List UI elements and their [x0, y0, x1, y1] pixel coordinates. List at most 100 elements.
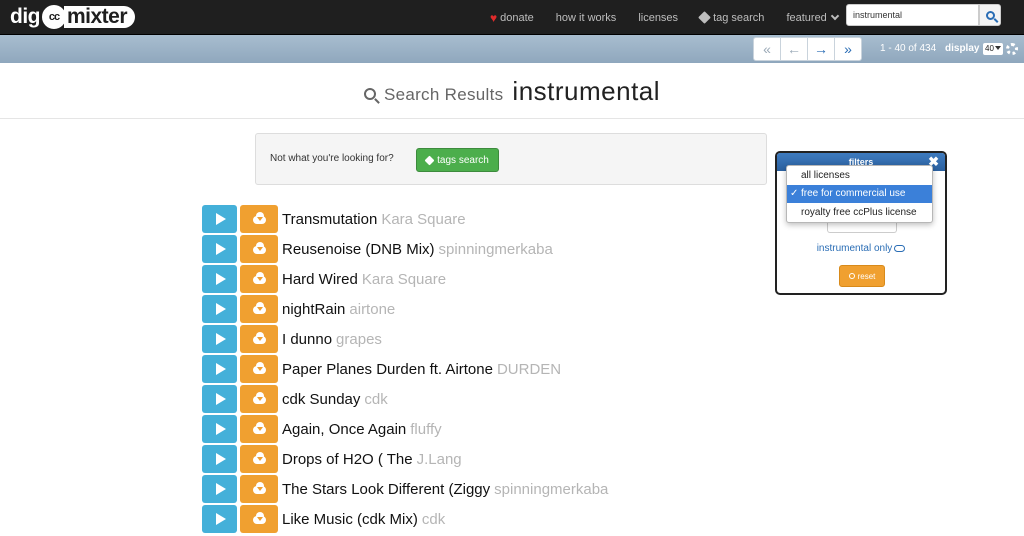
track-artist[interactable]: Kara Square	[381, 211, 465, 228]
page-title: Search Results instrumental	[0, 76, 1024, 107]
play-button[interactable]	[202, 475, 237, 503]
download-button[interactable]	[240, 505, 278, 533]
play-button[interactable]	[202, 415, 237, 443]
cloud-download-icon	[252, 422, 266, 434]
reset-button[interactable]: reset	[839, 265, 885, 287]
download-button[interactable]	[240, 415, 278, 443]
display-label: display	[945, 43, 980, 54]
track-title[interactable]: Reusenoise (DNB Mix)	[282, 241, 435, 258]
download-button[interactable]	[240, 355, 278, 383]
checkmark-icon: ✓	[790, 188, 799, 199]
track-artist[interactable]: J.Lang	[417, 451, 462, 468]
instrumental-only-label: instrumental only	[816, 243, 893, 254]
instrumental-only-toggle[interactable]: instrumental only	[777, 243, 945, 254]
play-button[interactable]	[202, 235, 237, 263]
license-option-commercial[interactable]: ✓ free for commercial use	[787, 185, 932, 203]
pager-controls: « ← → »	[753, 37, 862, 61]
track-title[interactable]: nightRain	[282, 301, 345, 318]
dig-ccmixter-logo[interactable]: dig cc mixter	[10, 4, 136, 30]
track-title[interactable]: I dunno	[282, 331, 332, 348]
download-button[interactable]	[240, 295, 278, 323]
not-found-panel: Not what you're looking for? tags search	[255, 133, 767, 185]
chevron-down-icon	[830, 11, 840, 20]
list-item: Reusenoise (DNB Mix) spinningmerkaba	[202, 235, 553, 263]
list-item: The Stars Look Different (Ziggy spinning…	[202, 475, 608, 503]
cloud-download-icon	[252, 272, 266, 284]
list-item: I dunno grapes	[202, 325, 382, 353]
reset-label: reset	[857, 271, 876, 281]
track-artist[interactable]: airtone	[349, 301, 395, 318]
play-icon	[216, 513, 226, 525]
play-button[interactable]	[202, 355, 237, 383]
play-button[interactable]	[202, 265, 237, 293]
track-title[interactable]: Like Music (cdk Mix)	[282, 511, 418, 528]
download-button[interactable]	[240, 265, 278, 293]
download-button[interactable]	[240, 385, 278, 413]
track-artist[interactable]: fluffy	[410, 421, 441, 438]
list-item: Transmutation Kara Square	[202, 205, 466, 233]
play-icon	[216, 273, 226, 285]
nav-tag-search[interactable]: tag search	[698, 11, 764, 24]
play-icon	[216, 333, 226, 345]
download-button[interactable]	[240, 235, 278, 263]
power-icon	[848, 273, 855, 279]
play-icon	[216, 483, 226, 495]
cloud-download-icon	[252, 302, 266, 314]
track-title[interactable]: Paper Planes Durden ft. Airtone	[282, 361, 493, 378]
play-icon	[216, 243, 226, 255]
download-button[interactable]	[240, 475, 278, 503]
play-button[interactable]	[202, 445, 237, 473]
track-title[interactable]: Transmutation	[282, 211, 377, 228]
search-term: instrumental	[512, 76, 661, 106]
download-button[interactable]	[240, 325, 278, 353]
display-count-select[interactable]: 40	[983, 43, 1003, 55]
tag-icon	[698, 11, 711, 24]
license-option-ccplus[interactable]: royalty free ccPlus license	[787, 204, 932, 222]
track-artist[interactable]: DURDEN	[497, 361, 561, 378]
cloud-download-icon	[252, 392, 266, 404]
play-button[interactable]	[202, 205, 237, 233]
tag-icon	[424, 155, 435, 165]
nav-featured[interactable]: featured	[786, 11, 840, 24]
track-title[interactable]: Again, Once Again	[282, 421, 406, 438]
not-found-text: Not what you're looking for?	[270, 153, 394, 164]
search-button[interactable]	[979, 4, 1001, 26]
tags-search-button[interactable]: tags search	[416, 148, 499, 172]
pager-bar	[0, 35, 1024, 63]
play-icon	[216, 363, 226, 375]
track-artist[interactable]: Kara Square	[362, 271, 446, 288]
play-button[interactable]	[202, 385, 237, 413]
track-artist[interactable]: spinningmerkaba	[439, 241, 553, 258]
first-page-button[interactable]: «	[753, 37, 781, 61]
next-page-button[interactable]: →	[807, 37, 835, 61]
play-button[interactable]	[202, 505, 237, 533]
track-title[interactable]: cdk Sunday	[282, 391, 360, 408]
results-range: 1 - 40 of 434	[880, 43, 937, 54]
cloud-download-icon	[252, 512, 266, 524]
track-artist[interactable]: grapes	[336, 331, 382, 348]
license-option-all[interactable]: all licenses	[787, 167, 932, 185]
cloud-download-icon	[252, 332, 266, 344]
download-button[interactable]	[240, 205, 278, 233]
search-results-label: Search Results	[383, 85, 504, 104]
cloud-download-icon	[252, 212, 266, 224]
gear-icon[interactable]	[1006, 43, 1018, 55]
download-button[interactable]	[240, 445, 278, 473]
last-page-button[interactable]: »	[834, 37, 862, 61]
nav-licenses[interactable]: licenses	[638, 12, 678, 24]
track-title[interactable]: Drops of H2O ( The	[282, 451, 413, 468]
track-artist[interactable]: cdk	[364, 391, 387, 408]
nav-donate[interactable]: ♥ donate	[490, 11, 534, 25]
toggle-icon	[894, 244, 906, 252]
play-button[interactable]	[202, 295, 237, 323]
list-item: Hard Wired Kara Square	[202, 265, 446, 293]
prev-page-button[interactable]: ←	[780, 37, 808, 61]
nav-how-it-works[interactable]: how it works	[556, 12, 617, 24]
play-button[interactable]	[202, 325, 237, 353]
logo-dig: dig	[10, 5, 41, 28]
track-artist[interactable]: spinningmerkaba	[494, 481, 608, 498]
track-title[interactable]: Hard Wired	[282, 271, 358, 288]
search-input[interactable]	[846, 4, 979, 26]
track-artist[interactable]: cdk	[422, 511, 445, 528]
track-title[interactable]: The Stars Look Different (Ziggy	[282, 481, 490, 498]
